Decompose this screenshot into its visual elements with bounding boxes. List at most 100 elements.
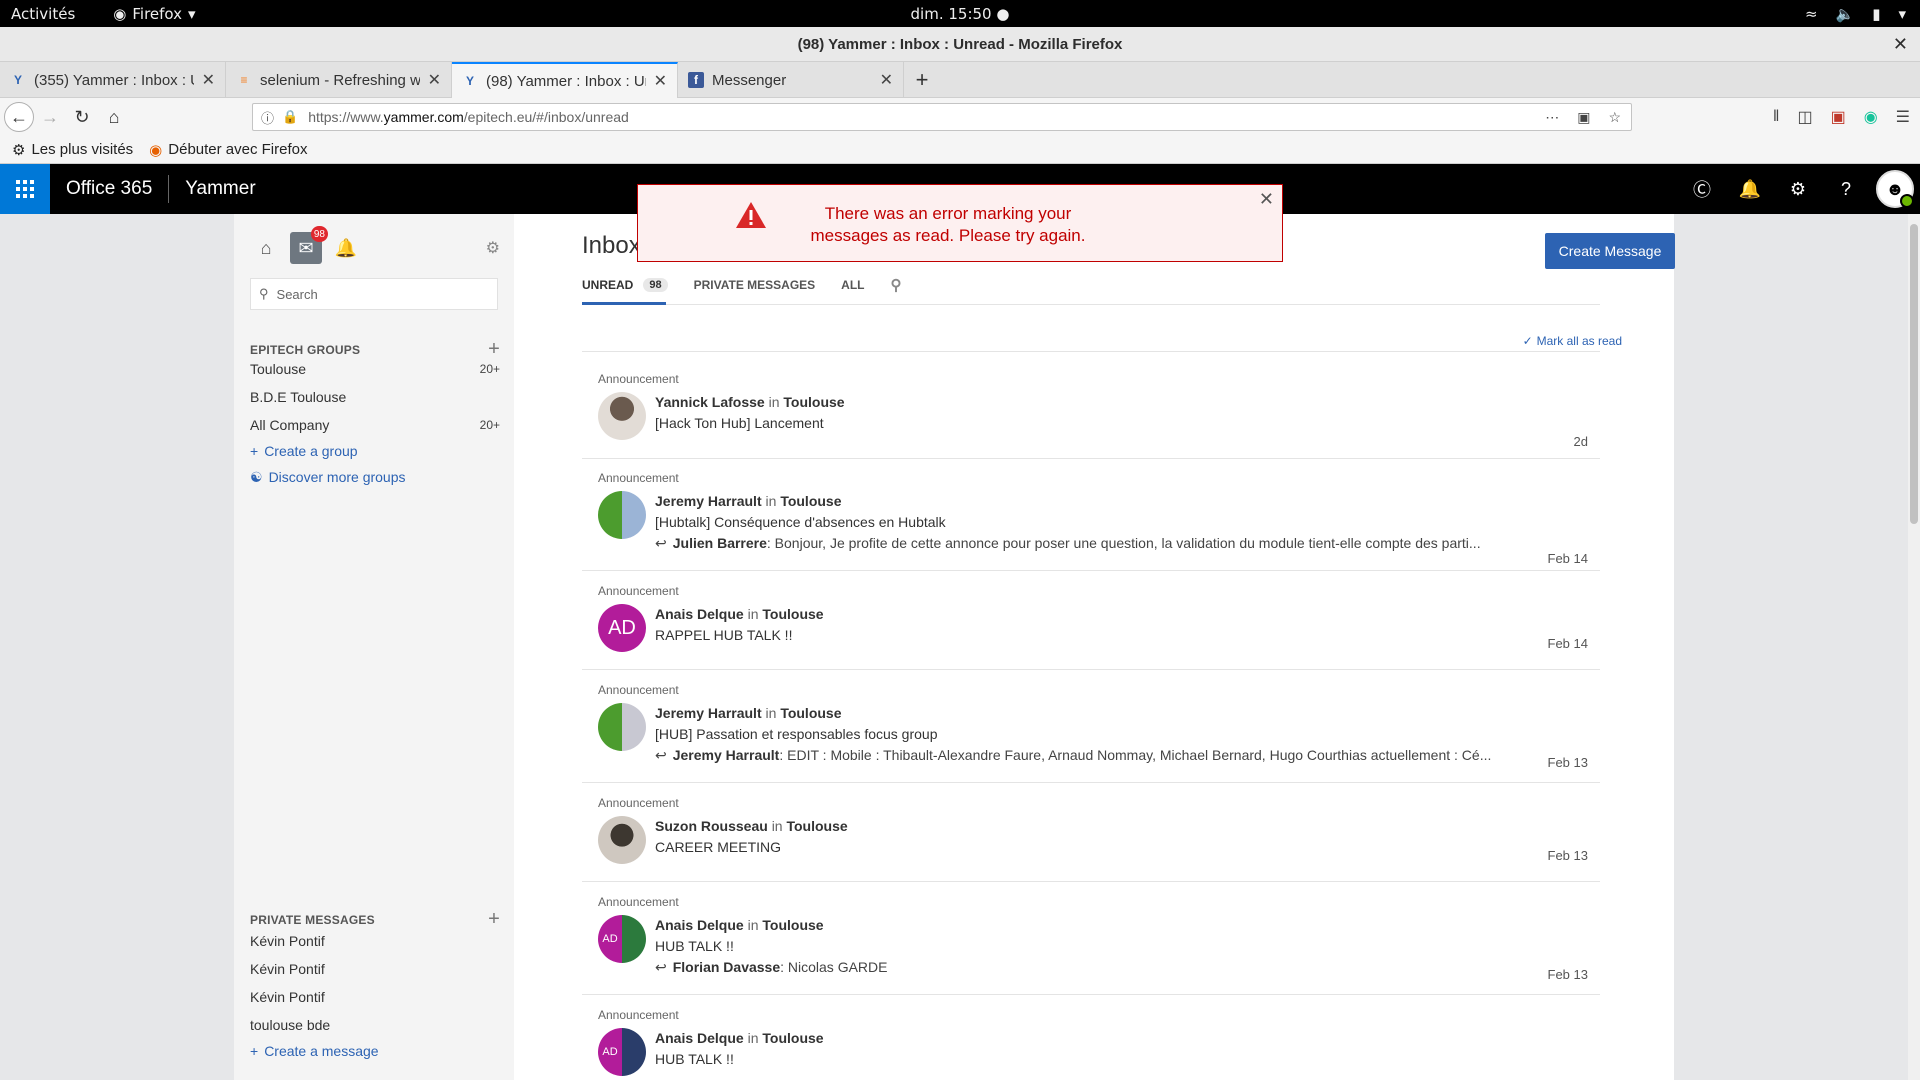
menu-icon[interactable]: ☰ [1896,107,1910,127]
bookmark-label: Les plus visités [31,141,134,158]
bookmark-most-visited[interactable]: ⚙ Les plus visités [12,141,133,159]
reload-button[interactable]: ↻ [66,101,98,133]
home-icon[interactable]: ⌂ [250,232,282,264]
new-tab-button[interactable]: + [904,62,940,97]
page-scrollbar[interactable] [1908,214,1920,1080]
create-message-button[interactable]: Create Message [1545,233,1675,269]
message-type: Announcement [598,372,679,386]
sidebar-pm-item[interactable]: Kévin Pontif [250,930,500,952]
tab-close-icon[interactable]: ✕ [202,70,215,90]
info-icon[interactable]: ⓘ [261,108,274,127]
author-link[interactable]: Suzon Rousseau [655,818,768,834]
group-link[interactable]: Toulouse [780,705,841,721]
skype-icon[interactable]: Ⓒ [1678,164,1726,214]
author-link[interactable]: Anais Delque [655,917,744,933]
message-subject: [HUB] Passation et responsables focus gr… [655,726,938,742]
bookmark-star-icon[interactable]: ☆ [1608,109,1621,126]
avatar[interactable] [598,392,646,440]
unread-badge: 98 [310,226,328,242]
avatar[interactable]: AD [598,915,646,963]
add-message-icon[interactable]: + [488,908,500,931]
message-thread[interactable]: Announcement AD Anais Delque in Toulouse… [598,1008,1588,1076]
app-launcher-button[interactable] [0,164,50,214]
avatar[interactable] [598,491,646,539]
group-link[interactable]: Toulouse [780,493,841,509]
scrollbar-thumb[interactable] [1910,224,1918,524]
browser-tab[interactable]: f Messenger ✕ [678,62,904,98]
bell-icon[interactable]: 🔔 [1726,164,1774,214]
tab-private-messages[interactable]: PRIVATE MESSAGES [694,278,816,292]
reply-author[interactable]: Julien Barrere [673,535,767,551]
tab-unread[interactable]: UNREAD 98 [582,278,668,292]
author-link[interactable]: Yannick Lafosse [655,394,765,410]
activities-button[interactable]: Activités [11,5,75,23]
settings-gear-icon[interactable]: ⚙ [1774,164,1822,214]
grammarly-icon[interactable]: ◉ [1864,107,1878,127]
library-icon[interactable]: ‖ [1773,108,1780,126]
discover-groups-link[interactable]: ☯ Discover more groups [250,466,500,488]
message-thread[interactable]: Announcement Jeremy Harrault in Toulouse… [598,683,1588,770]
sidebar-icon[interactable]: ◫ [1797,107,1812,127]
sidebar-settings-icon[interactable]: ⚙ [486,238,500,258]
help-icon[interactable]: ? [1822,164,1870,214]
tab-close-icon[interactable]: ✕ [428,70,441,90]
author-link[interactable]: Anais Delque [655,1030,744,1046]
sidebar-search-input[interactable]: ⚲ Search [250,278,498,310]
message-thread[interactable]: Announcement Suzon Rousseau in Toulouse … [598,796,1588,864]
inbox-mail-icon[interactable]: ✉ 98 [290,226,328,264]
extension-icon[interactable]: ▣ [1831,107,1846,127]
message-thread[interactable]: Announcement AD Anais Delque in Toulouse… [598,895,1588,982]
avatar[interactable] [598,703,646,751]
create-message-link[interactable]: + Create a message [250,1040,500,1062]
message-thread[interactable]: Announcement AD Anais Delque in Toulouse… [598,584,1588,652]
forward-button[interactable]: → [34,101,66,133]
back-button[interactable]: ← [4,102,34,132]
message-thread[interactable]: Announcement Yannick Lafosse in Toulouse… [598,372,1588,449]
tab-all[interactable]: ALL [841,278,864,292]
reply-author[interactable]: Florian Davasse [673,959,780,975]
inbox-main: Inbox Create Message UNREAD 98 PRIVATE M… [514,214,1675,1080]
sidebar-pm-item[interactable]: Kévin Pontif [250,958,500,980]
system-tray[interactable]: ≈ 🔈 ▮ ▾ [1805,5,1906,23]
home-button[interactable]: ⌂ [98,101,130,133]
avatar[interactable] [598,816,646,864]
create-group-link[interactable]: + Create a group [250,440,500,462]
reply-icon: ↩ [655,747,667,763]
notifications-bell-icon[interactable]: 🔔 [330,232,362,264]
avatar[interactable]: AD [598,604,646,652]
pocket-icon[interactable]: ▣ [1577,109,1590,126]
user-avatar[interactable]: ☻ [1876,170,1914,208]
author-link[interactable]: Jeremy Harrault [655,705,762,721]
avatar[interactable]: AD [598,1028,646,1076]
sidebar-group-all-company[interactable]: All Company 20+ [250,414,500,436]
sidebar-pm-item[interactable]: toulouse bde [250,1014,500,1036]
message-thread[interactable]: Announcement Jeremy Harrault in Toulouse… [598,471,1588,566]
browser-tab[interactable]: ≡ selenium - Refreshing we ✕ [226,62,452,98]
app-name[interactable]: Yammer [185,178,255,200]
author-link[interactable]: Jeremy Harrault [655,493,762,509]
tab-close-icon[interactable]: ✕ [654,71,667,91]
search-icon[interactable]: ⚲ [891,276,902,294]
app-menu[interactable]: ◉ Firefox ▾ [113,5,195,23]
group-link[interactable]: Toulouse [783,394,844,410]
sidebar-pm-item[interactable]: Kévin Pontif [250,986,500,1008]
author-link[interactable]: Anais Delque [655,606,744,622]
browser-tab-active[interactable]: Y (98) Yammer : Inbox : Unr ✕ [452,62,678,98]
window-close-icon[interactable]: ✕ [1893,34,1908,55]
tab-close-icon[interactable]: ✕ [880,70,893,90]
url-bar[interactable]: ⓘ 🔒 https://www.yammer.com/epitech.eu/#/… [252,103,1632,131]
group-link[interactable]: Toulouse [762,917,823,933]
o365-brand[interactable]: Office 365 [66,178,152,200]
sidebar-group-bde-toulouse[interactable]: B.D.E Toulouse [250,386,500,408]
browser-tab[interactable]: Y (355) Yammer : Inbox : Ur ✕ [0,62,226,98]
group-link[interactable]: Toulouse [762,606,823,622]
more-icon[interactable]: ⋯ [1545,109,1559,126]
bookmark-getting-started[interactable]: ◉ Débuter avec Firefox [149,141,307,159]
group-link[interactable]: Toulouse [786,818,847,834]
reply-author[interactable]: Jeremy Harrault [673,747,780,763]
mark-all-read-link[interactable]: ✓ Mark all as read [1523,334,1622,348]
close-icon[interactable]: ✕ [1259,189,1274,210]
clock[interactable]: dim. 15:50 ● [911,5,1010,23]
sidebar-group-toulouse[interactable]: Toulouse 20+ [250,358,500,380]
group-link[interactable]: Toulouse [762,1030,823,1046]
